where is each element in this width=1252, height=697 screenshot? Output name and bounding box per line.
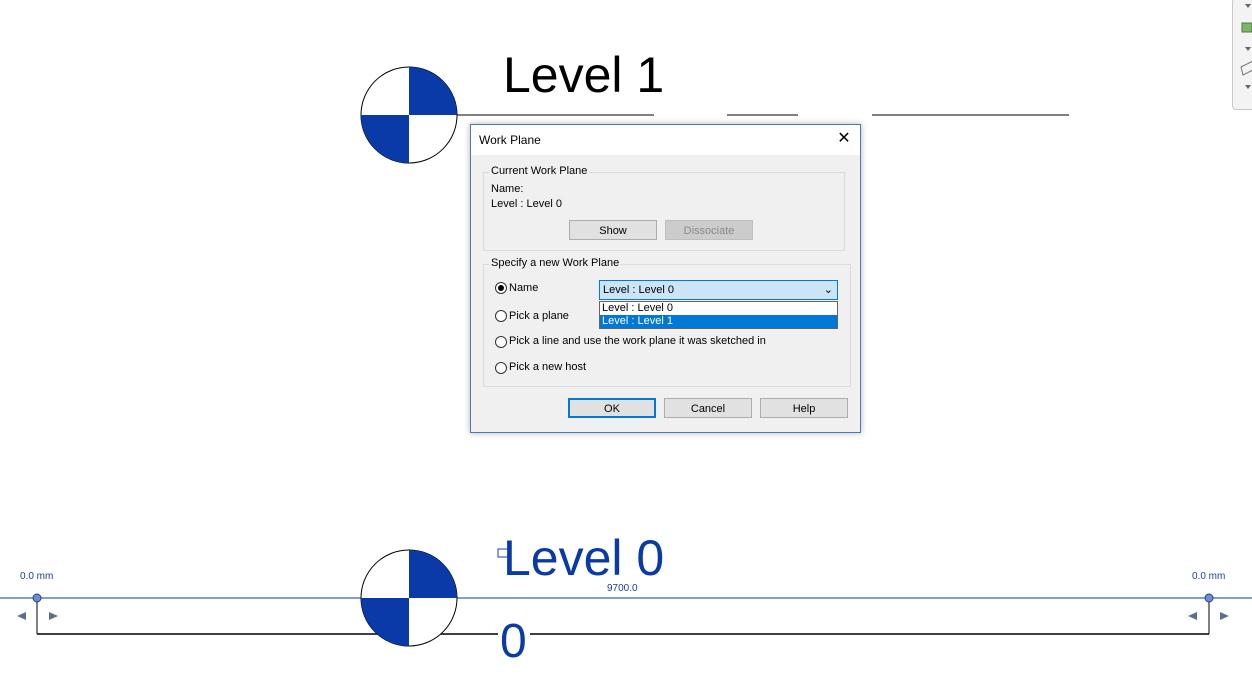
radio-pick-plane[interactable] <box>495 310 507 322</box>
right-end-grip[interactable] <box>1204 593 1214 603</box>
level-0-label[interactable]: Level 0 <box>503 533 664 583</box>
level-1-head-symbol[interactable] <box>360 66 458 164</box>
dialog-title: Work Plane <box>479 133 541 147</box>
dimension-value-label[interactable]: 9700.0 <box>607 583 638 594</box>
close-icon[interactable]: ✕ <box>836 130 852 148</box>
help-button[interactable]: Help <box>760 398 848 418</box>
dialog-titlebar[interactable]: Work Plane ✕ <box>471 125 860 155</box>
level-0-elevation-label[interactable]: 0 <box>500 618 527 666</box>
dropdown-option-level-0[interactable]: Level : Level 0 <box>600 302 837 315</box>
right-offset-label: 0.0 mm <box>1192 571 1226 582</box>
current-work-plane-legend: Current Work Plane <box>489 165 590 177</box>
chevron-down-icon[interactable]: ⌄ <box>824 283 833 296</box>
dropdown-option-level-1[interactable]: Level : Level 1 <box>600 315 837 328</box>
radio-pick-host-label[interactable]: Pick a new host <box>509 361 586 373</box>
radio-pick-line-label[interactable]: Pick a line and use the work plane it wa… <box>509 335 766 347</box>
radio-name[interactable] <box>495 282 507 294</box>
new-work-plane-legend: Specify a new Work Plane <box>489 257 622 269</box>
ok-button[interactable]: OK <box>568 398 656 418</box>
current-plane-value: Level : Level 0 <box>491 198 562 210</box>
work-plane-dropdown-list[interactable]: Level : Level 0 Level : Level 1 <box>599 301 838 329</box>
radio-pick-host[interactable] <box>495 362 507 374</box>
show-button[interactable]: Show <box>569 220 657 240</box>
left-arrow-in-icon[interactable] <box>49 612 58 620</box>
left-end-grip[interactable] <box>32 593 42 603</box>
right-arrow-in-icon[interactable] <box>1188 612 1197 620</box>
left-offset-label: 0.0 mm <box>20 571 54 582</box>
view-toolbar-strip[interactable] <box>1232 0 1252 110</box>
work-plane-dialog[interactable]: Work Plane ✕ Current Work Plane Name: Le… <box>470 124 861 433</box>
level-0-head-symbol[interactable] <box>360 549 458 647</box>
toolbar-icons <box>1240 4 1252 89</box>
cancel-button[interactable]: Cancel <box>664 398 752 418</box>
radio-pick-line[interactable] <box>495 336 507 348</box>
level-1-label[interactable]: Level 1 <box>503 50 664 100</box>
work-plane-name-select[interactable]: Level : Level 0 ⌄ <box>599 280 838 300</box>
name-label: Name: <box>491 183 524 195</box>
radio-pick-plane-label[interactable]: Pick a plane <box>509 310 569 322</box>
select-value: Level : Level 0 <box>603 284 674 296</box>
right-arrow-out-icon[interactable] <box>1220 612 1229 620</box>
current-work-plane-group: Current Work Plane Name: Level : Level 0… <box>483 165 845 251</box>
left-arrow-out-icon[interactable] <box>17 612 26 620</box>
radio-name-label[interactable]: Name <box>509 282 538 294</box>
dissociate-button[interactable]: Dissociate <box>665 220 753 240</box>
